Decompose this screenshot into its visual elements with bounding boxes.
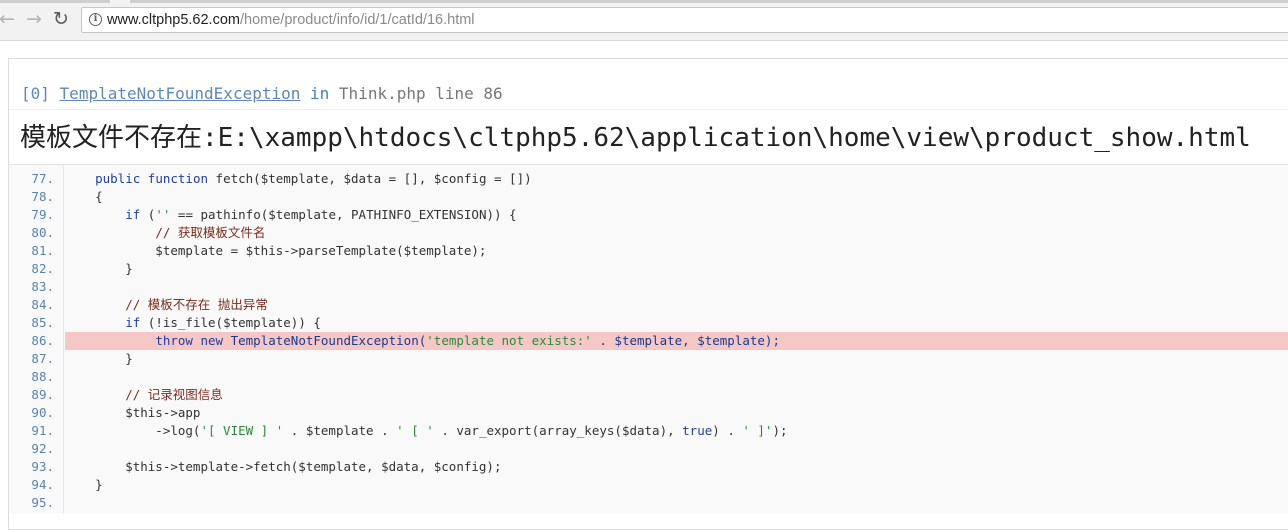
address-bar[interactable]: i www.cltphp5.62.com/home/product/info/i… (81, 7, 1288, 33)
line-number: 92. (31, 441, 54, 456)
code-line: 94. } (0, 476, 1288, 494)
code-line: 82. } (0, 260, 1288, 278)
line-number: 85. (31, 315, 54, 330)
source-code-lines: 77. public function fetch($template, $da… (0, 170, 1288, 512)
code-line: 87. } (0, 350, 1288, 368)
code-line: 80. // 获取模板文件名 (0, 224, 1288, 242)
back-arrow-icon[interactable]: ← (0, 8, 18, 30)
line-number: 95. (31, 495, 54, 510)
line-number: 87. (31, 351, 54, 366)
line-number: 82. (31, 261, 54, 276)
url-host: www.cltphp5.62.com (107, 12, 240, 28)
line-number: 83. (31, 279, 54, 294)
line-number: 78. (31, 189, 54, 204)
line-number: 91. (31, 423, 54, 438)
code-text: $template = $this->parseTemplate($templa… (65, 243, 487, 258)
code-line: 90. $this->app (0, 404, 1288, 422)
line-number: 93. (31, 459, 54, 474)
tab-strip (0, 0, 1288, 3)
line-number: 88. (31, 369, 54, 384)
divider (9, 109, 1288, 110)
code-text: if ('' == pathinfo($template, PATHINFO_E… (125, 207, 517, 222)
code-line: 77. public function fetch($template, $da… (0, 170, 1288, 188)
forward-arrow-icon[interactable]: → (23, 8, 45, 30)
code-line: 92. (0, 440, 1288, 458)
code-text: public function fetch($template, $data =… (95, 171, 532, 186)
code-line: 95. (0, 494, 1288, 512)
code-text: // 获取模板文件名 (155, 225, 266, 240)
code-text: $this->template->fetch($template, $data,… (65, 459, 502, 474)
line-number: 81. (31, 243, 54, 258)
line-number: 80. (31, 225, 54, 240)
code-line: 85. if (!is_file($template)) { (0, 314, 1288, 332)
line-number: 77. (31, 171, 54, 186)
code-text: } (65, 477, 103, 492)
code-line: 88. (0, 368, 1288, 386)
code-line: 79. if ('' == pathinfo($template, PATHIN… (0, 206, 1288, 224)
code-text: if (!is_file($template)) { (125, 315, 321, 330)
code-text: $this->app (65, 405, 201, 420)
line-number: 86. (31, 333, 54, 348)
code-text: } (65, 351, 133, 366)
code-text: } (65, 261, 133, 276)
code-text: throw new TemplateNotFoundException('tem… (155, 333, 780, 348)
line-number: 89. (31, 387, 54, 402)
url-text[interactable]: www.cltphp5.62.com/home/product/info/id/… (107, 12, 475, 28)
line-number: 79. (31, 207, 54, 222)
exception-class-link[interactable]: TemplateNotFoundException (60, 84, 301, 103)
exception-header: [0] TemplateNotFoundException in Think.p… (21, 84, 503, 103)
line-number: 90. (31, 405, 54, 420)
code-line: 81. $template = $this->parseTemplate($te… (0, 242, 1288, 260)
exception-message: 模板文件不存在:E:\xampp\htdocs\cltphp5.62\appli… (20, 123, 1251, 153)
code-line: 89. // 记录视图信息 (0, 386, 1288, 404)
browser-toolbar: ← → ↻ i www.cltphp5.62.com/home/product/… (0, 0, 1288, 41)
exception-in-word: in (310, 84, 330, 103)
line-number: 94. (31, 477, 54, 492)
exception-index: [0] (21, 84, 50, 103)
code-line: 91. ->log('[ VIEW ] ' . $template . ' [ … (0, 422, 1288, 440)
info-icon[interactable]: i (89, 13, 102, 26)
url-path: /home/product/info/id/1/catId/16.html (239, 12, 475, 28)
exception-location: Think.php line 86 (338, 84, 503, 103)
code-line: 78. { (0, 188, 1288, 206)
code-line: 84. // 模板不存在 抛出异常 (0, 296, 1288, 314)
reload-icon[interactable]: ↻ (50, 8, 72, 30)
code-text: // 模板不存在 抛出异常 (125, 297, 268, 312)
code-text: { (65, 189, 103, 204)
code-line: 93. $this->template->fetch($template, $d… (0, 458, 1288, 476)
code-line: 83. (0, 278, 1288, 296)
line-number: 84. (31, 297, 54, 312)
code-text: // 记录视图信息 (125, 387, 223, 402)
code-line-highlighted: 86. throw new TemplateNotFoundException(… (0, 332, 1288, 350)
code-text: ->log('[ VIEW ] ' . $template . ' [ ' . … (65, 423, 788, 438)
